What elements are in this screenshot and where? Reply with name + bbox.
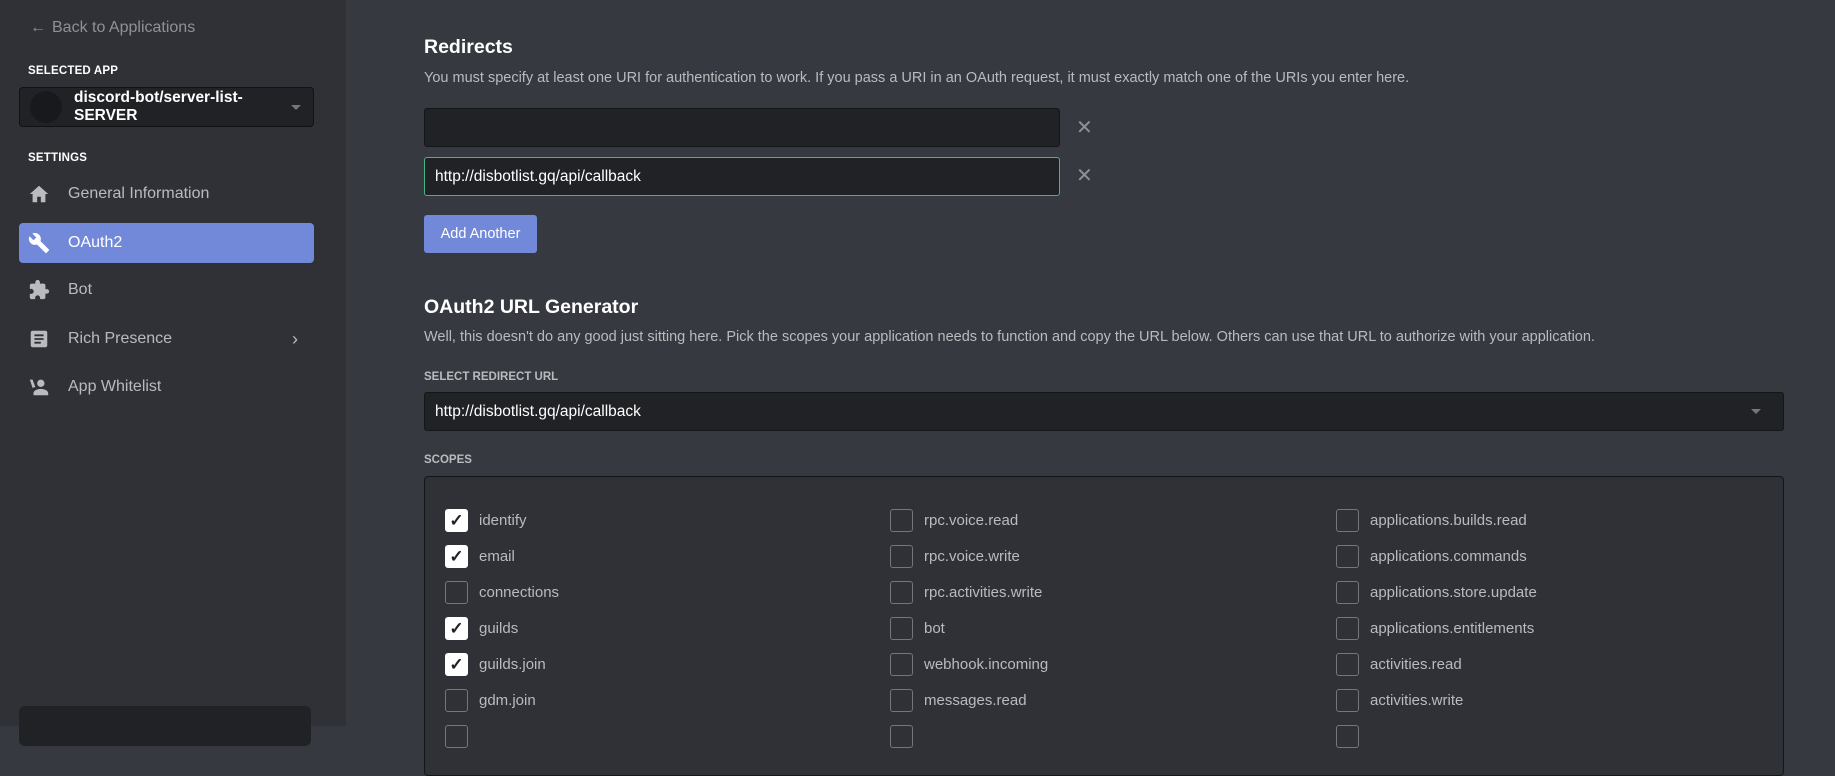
scope-applications-store-update[interactable]: applications.store.update [1336, 581, 1537, 604]
add-another-button[interactable]: Add Another [424, 215, 537, 253]
scope-rpc-voice-write[interactable]: rpc.voice.write [890, 545, 1020, 568]
sidebar-item-oauth2[interactable]: OAuth2 [19, 223, 314, 263]
scope-label: guilds [479, 620, 519, 637]
scope-label: applications.entitlements [1370, 620, 1535, 637]
checkbox-checked[interactable]: ✓ [445, 617, 468, 640]
scope-applications-entitlements[interactable]: applications.entitlements [1336, 617, 1534, 640]
checkbox-unchecked[interactable] [445, 725, 468, 748]
scope-connections[interactable]: connections [445, 581, 559, 604]
scope-bot[interactable]: bot [890, 617, 945, 640]
puzzle-icon [29, 279, 50, 300]
checkbox-unchecked[interactable] [445, 689, 468, 712]
nav-label: App Whitelist [68, 378, 162, 395]
scopes-label: SCOPES [424, 454, 472, 466]
sidebar-item-general-information[interactable]: General Information [19, 174, 314, 214]
redirect-uri-input[interactable] [424, 108, 1060, 147]
generator-description: Well, this doesn't do any good just sitt… [424, 329, 1595, 345]
scope-label: activities.write [1370, 692, 1464, 709]
checkbox-unchecked[interactable] [1336, 581, 1359, 604]
scopes-panel: ✓ identify ✓ email connections ✓ guilds ✓ guilds… [424, 476, 1784, 776]
scope-gdm-join[interactable]: gdm.join [445, 689, 536, 712]
scope-activities-read[interactable]: activities.read [1336, 653, 1462, 676]
app-selector[interactable]: discord-bot/server-list-SERVER [19, 87, 314, 127]
scope-rpc-activities-write[interactable]: rpc.activities.write [890, 581, 1042, 604]
checkbox-checked[interactable]: ✓ [445, 509, 468, 532]
scope-label: applications.commands [1370, 548, 1527, 565]
checkbox-unchecked[interactable] [1336, 617, 1359, 640]
checkbox-unchecked[interactable] [1336, 725, 1359, 748]
sidebar-item-rich-presence[interactable]: Rich Presence › [19, 319, 314, 359]
back-label: Back to Applications [52, 19, 196, 36]
generator-title: OAuth2 URL Generator [424, 296, 639, 318]
scope-label: rpc.voice.write [924, 548, 1020, 565]
scope-label: activities.read [1370, 656, 1462, 673]
caret-down-icon [291, 104, 301, 110]
chevron-right-icon: › [292, 328, 298, 349]
arrow-left-icon: ← [30, 19, 46, 36]
checkbox-checked[interactable]: ✓ [445, 653, 468, 676]
checkbox-unchecked[interactable] [890, 689, 913, 712]
scope-email[interactable]: ✓ email [445, 545, 515, 568]
nav-label: OAuth2 [68, 234, 123, 251]
caret-down-icon [1751, 409, 1761, 414]
checkbox-unchecked[interactable] [890, 581, 913, 604]
wrench-icon [28, 233, 50, 254]
scope-label: rpc.voice.read [924, 512, 1019, 529]
checkbox-unchecked[interactable] [1336, 545, 1359, 568]
checkbox-unchecked[interactable] [445, 581, 468, 604]
scope-label: email [479, 548, 515, 565]
scope-guilds[interactable]: ✓ guilds [445, 617, 518, 640]
user-panel [19, 706, 311, 746]
nav-label: Bot [68, 281, 93, 298]
scope-webhook-incoming[interactable]: webhook.incoming [890, 653, 1048, 676]
checkbox-unchecked[interactable] [890, 617, 913, 640]
select-redirect-url-label: SELECT REDIRECT URL [424, 371, 559, 383]
scope-identify[interactable]: ✓ identify [445, 509, 527, 532]
checkbox-unchecked[interactable] [890, 545, 913, 568]
checkbox-checked[interactable]: ✓ [445, 545, 468, 568]
scope-label: applications.store.update [1370, 584, 1537, 601]
scope-label: webhook.incoming [924, 656, 1049, 673]
checkbox-unchecked[interactable] [1336, 509, 1359, 532]
nav-label: Rich Presence [68, 330, 173, 347]
settings-label: SETTINGS [28, 152, 88, 164]
checkbox-unchecked[interactable] [1336, 653, 1359, 676]
remove-uri-icon[interactable]: ✕ [1076, 163, 1093, 188]
selected-url: http://disbotlist.gq/api/callback [435, 402, 641, 420]
home-icon [29, 185, 49, 203]
scope-activities-write[interactable]: activities.write [1336, 689, 1463, 712]
redirects-title: Redirects [424, 36, 513, 58]
scope-messages-read[interactable]: messages.read [890, 689, 1027, 712]
sidebar-item-bot[interactable]: Bot [19, 270, 314, 310]
redirect-uri-input[interactable]: http://disbotlist.gq/api/callback [424, 157, 1060, 196]
checkbox-unchecked[interactable] [890, 725, 913, 748]
checkbox-unchecked[interactable] [890, 509, 913, 532]
scope-rpc-voice-read[interactable]: rpc.voice.read [890, 509, 1018, 532]
scope-label: gdm.join [479, 692, 536, 709]
redirect-url-select[interactable]: http://disbotlist.gq/api/callback [424, 392, 1784, 431]
selected-app-label: SELECTED APP [28, 65, 119, 77]
scope-label: guilds.join [479, 656, 546, 673]
document-icon [30, 330, 48, 348]
sidebar: ← Back to Applications SELECTED APP disco… [0, 0, 346, 746]
scope-label: rpc.activities.write [924, 584, 1043, 601]
scope-applications-commands[interactable]: applications.commands [1336, 545, 1527, 568]
nav-label: General Information [68, 185, 210, 202]
scope-label: identify [479, 512, 527, 529]
scope-label: connections [479, 584, 560, 601]
checkbox-unchecked[interactable] [890, 653, 913, 676]
app-avatar [30, 91, 62, 123]
scope-label: bot [924, 620, 945, 637]
redirects-description: You must specify at least one URI for au… [424, 70, 1410, 86]
sidebar-item-app-whitelist[interactable]: App Whitelist [19, 367, 314, 407]
back-to-applications-link[interactable]: ← Back to Applications [30, 19, 195, 37]
scope-label: applications.builds.read [1370, 512, 1527, 529]
checkbox-unchecked[interactable] [1336, 689, 1359, 712]
remove-uri-icon[interactable]: ✕ [1076, 115, 1093, 140]
app-name: discord-bot/server-list-SERVER [74, 89, 243, 124]
scope-applications-builds-read[interactable]: applications.builds.read [1336, 509, 1527, 532]
scope-label: messages.read [924, 692, 1027, 709]
scope-guilds-join[interactable]: ✓ guilds.join [445, 653, 546, 676]
user-whitelist-icon [29, 379, 49, 396]
